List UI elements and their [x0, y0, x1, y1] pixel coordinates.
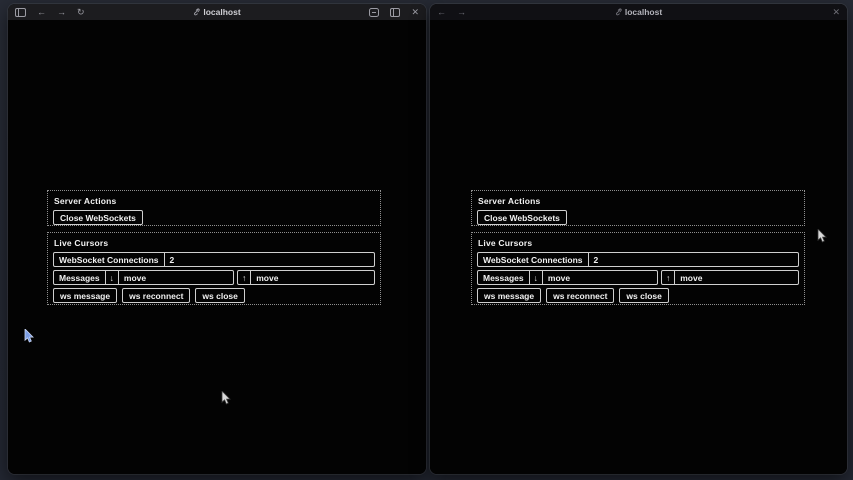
page-content-right: Server Actions Close WebSockets Live Cur…: [430, 20, 847, 474]
window-title: localhost: [625, 7, 662, 17]
toolbar-left-group: ← →: [437, 8, 466, 17]
address-bar[interactable]: localhost: [193, 4, 240, 20]
server-actions-title: Server Actions: [478, 196, 799, 206]
titlebar-right[interactable]: ← → localhost ✕: [430, 4, 847, 20]
ws-buttons-row: ws message ws reconnect ws close: [477, 288, 799, 303]
outgoing-messages-box: ↑ move: [237, 270, 375, 285]
reload-icon[interactable]: ↻: [77, 8, 85, 17]
live-cursors-title: Live Cursors: [54, 238, 375, 248]
messages-label: Messages: [478, 271, 530, 284]
ws-reconnect-button[interactable]: ws reconnect: [122, 288, 190, 303]
outgoing-message-value: move: [251, 271, 374, 284]
connections-label: WebSocket Connections: [54, 253, 165, 266]
close-websockets-button[interactable]: Close WebSockets: [53, 210, 143, 225]
up-arrow-icon: ↑: [238, 271, 251, 284]
toolbar-right-group: ✕: [369, 8, 419, 17]
link-icon: [615, 8, 622, 16]
messages-label: Messages: [54, 271, 106, 284]
outgoing-messages-box: ↑ move: [661, 270, 799, 285]
browser-window-left: ← → ↻ localhost ✕ Se: [8, 4, 426, 474]
ws-message-button[interactable]: ws message: [53, 288, 117, 303]
split-view-icon[interactable]: [390, 8, 400, 17]
ws-close-button[interactable]: ws close: [195, 288, 244, 303]
page-actions-icon[interactable]: [369, 8, 379, 17]
desktop: ← → ↻ localhost ✕ Se: [0, 0, 853, 480]
ws-buttons-row: ws message ws reconnect ws close: [53, 288, 375, 303]
connections-value: 2: [589, 253, 799, 266]
up-arrow-icon: ↑: [662, 271, 675, 284]
live-cursors-panel: Live Cursors WebSocket Connections 2 Mes…: [471, 232, 805, 305]
server-actions-panel: Server Actions Close WebSockets: [471, 190, 805, 226]
close-icon[interactable]: ✕: [832, 8, 840, 17]
websocket-connections-row: WebSocket Connections 2: [53, 252, 375, 267]
incoming-message-value: move: [543, 271, 657, 284]
sidebar-toggle-icon[interactable]: [15, 8, 26, 17]
messages-row: Messages ↓ move ↑ move: [477, 270, 799, 285]
ws-reconnect-button[interactable]: ws reconnect: [546, 288, 614, 303]
connections-label: WebSocket Connections: [478, 253, 589, 266]
server-actions-panel: Server Actions Close WebSockets: [47, 190, 381, 226]
ws-close-button[interactable]: ws close: [619, 288, 668, 303]
back-icon[interactable]: ←: [37, 8, 46, 17]
incoming-messages-box: Messages ↓ move: [53, 270, 234, 285]
window-title: localhost: [203, 7, 240, 17]
messages-row: Messages ↓ move ↑ move: [53, 270, 375, 285]
link-icon: [193, 8, 200, 16]
server-actions-title: Server Actions: [54, 196, 375, 206]
live-cursors-title: Live Cursors: [478, 238, 799, 248]
close-icon[interactable]: ✕: [411, 8, 419, 17]
incoming-message-value: move: [119, 271, 233, 284]
incoming-messages-box: Messages ↓ move: [477, 270, 658, 285]
browser-window-right: ← → localhost ✕ Server Actions Close Web…: [430, 4, 847, 474]
page-content-left: Server Actions Close WebSockets Live Cur…: [8, 20, 426, 474]
down-arrow-icon: ↓: [530, 271, 543, 284]
back-icon[interactable]: ←: [437, 8, 446, 17]
forward-icon[interactable]: →: [57, 8, 66, 17]
toolbar-left-group: ← → ↻: [15, 8, 85, 17]
outgoing-message-value: move: [675, 271, 798, 284]
forward-icon[interactable]: →: [457, 8, 466, 17]
connections-value: 2: [165, 253, 375, 266]
live-cursors-panel: Live Cursors WebSocket Connections 2 Mes…: [47, 232, 381, 305]
ws-message-button[interactable]: ws message: [477, 288, 541, 303]
toolbar-right-group: ✕: [832, 8, 840, 17]
websocket-connections-row: WebSocket Connections 2: [477, 252, 799, 267]
titlebar-left[interactable]: ← → ↻ localhost ✕: [8, 4, 426, 20]
down-arrow-icon: ↓: [106, 271, 119, 284]
close-websockets-button[interactable]: Close WebSockets: [477, 210, 567, 225]
address-bar[interactable]: localhost: [615, 4, 662, 20]
